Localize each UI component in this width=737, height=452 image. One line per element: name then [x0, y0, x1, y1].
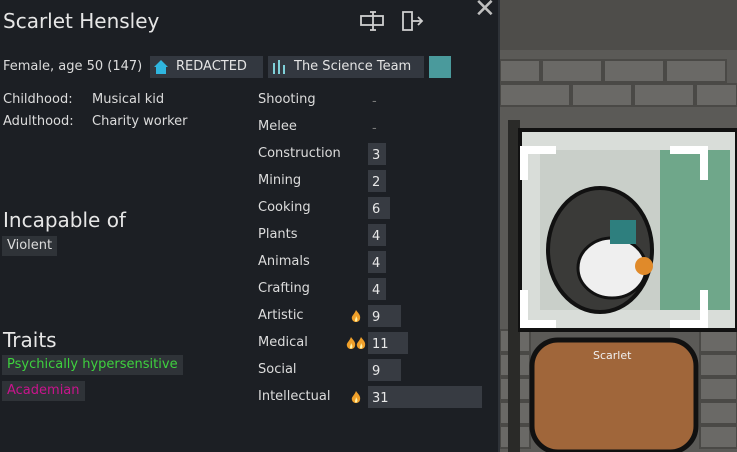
skill-name: Social — [258, 362, 297, 377]
house-icon — [153, 59, 169, 75]
exit-door-icon[interactable] — [400, 10, 426, 32]
pawn-map-label: Scarlet — [593, 349, 632, 362]
skill-name: Construction — [258, 146, 341, 161]
skill-level: 4 — [372, 283, 381, 298]
faction-tag[interactable]: REDACTED — [150, 56, 263, 78]
rename-icon[interactable] — [360, 10, 386, 32]
close-icon[interactable]: ✕ — [474, 0, 496, 22]
childhood-label: Childhood: — [3, 92, 73, 107]
pawn-name: Scarlet Hensley — [3, 9, 160, 33]
character-card-panel: Scarlet Hensley ✕ Female, age 50 (147) R… — [0, 0, 500, 452]
childhood-value[interactable]: Musical kid — [92, 92, 164, 107]
flame-icon — [351, 390, 361, 409]
skill-level: 2 — [372, 175, 381, 190]
skill-name: Medical — [258, 335, 308, 350]
skill-level: - — [372, 121, 377, 136]
skill-level: 3 — [372, 148, 381, 163]
game-viewport[interactable]: Scarlet — [500, 0, 737, 452]
adulthood-value[interactable]: Charity worker — [92, 114, 188, 129]
skill-level: 11 — [372, 337, 389, 352]
skill-name: Cooking — [258, 200, 311, 215]
skill-level: 4 — [372, 229, 381, 244]
flame-icon — [346, 336, 366, 355]
skill-level: 4 — [372, 256, 381, 271]
skill-level: - — [372, 94, 377, 109]
skill-name: Melee — [258, 119, 297, 134]
skill-name: Animals — [258, 254, 310, 269]
trait-chip[interactable]: Academian — [2, 381, 85, 401]
traits-title: Traits — [3, 328, 57, 352]
incapable-title: Incapable of — [3, 208, 126, 232]
ideology-icon — [271, 59, 287, 75]
team-tag[interactable]: The Science Team — [268, 56, 424, 78]
skill-level: 31 — [372, 391, 389, 406]
skill-level: 9 — [372, 364, 381, 379]
skill-level: 9 — [372, 310, 381, 325]
skill-name: Shooting — [258, 92, 316, 107]
skill-name: Mining — [258, 173, 302, 188]
faction-tag-label: REDACTED — [176, 59, 247, 74]
incapable-item[interactable]: Violent — [2, 236, 58, 256]
skill-name: Plants — [258, 227, 298, 242]
flame-icon — [351, 309, 361, 328]
skill-level: 6 — [372, 202, 381, 217]
faction-color-swatch[interactable] — [429, 56, 451, 78]
adulthood-label: Adulthood: — [3, 114, 74, 129]
team-tag-label: The Science Team — [294, 59, 412, 74]
skill-name: Crafting — [258, 281, 310, 296]
trait-chip[interactable]: Psychically hypersensitive — [2, 355, 183, 375]
age-text: Female, age 50 (147) — [3, 59, 143, 74]
skill-name: Artistic — [258, 308, 304, 323]
skill-name: Intellectual — [258, 389, 331, 404]
